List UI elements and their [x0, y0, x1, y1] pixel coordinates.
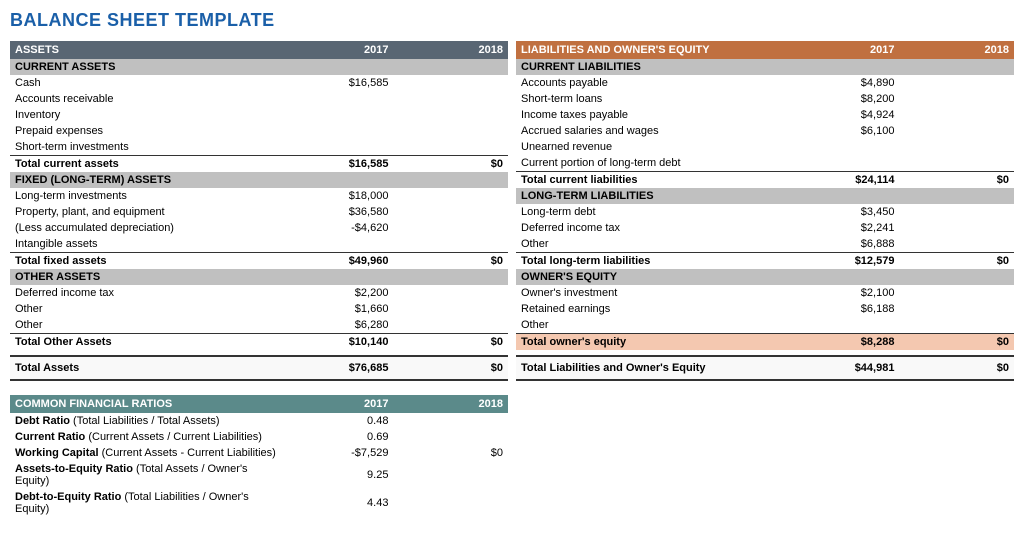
ratio-normal-1: (Current Assets / Current Liabilities) [85, 431, 262, 443]
ratios-section: COMMON FINANCIAL RATIOS 2017 2018 Debt R… [10, 395, 508, 517]
table-row: Unearned revenue [516, 139, 1014, 155]
ratio-bold-0: Debt Ratio [15, 415, 70, 427]
table-row: Long-term investments $18,000 [10, 188, 508, 204]
total-assets-row: Total Assets $76,685 $0 [10, 356, 508, 380]
ratios-header-row: COMMON FINANCIAL RATIOS 2017 2018 [10, 395, 508, 413]
assets-year1-header: 2017 [284, 41, 394, 59]
liabilities-panel: LIABILITIES AND OWNER'S EQUITY 2017 2018… [516, 41, 1014, 517]
table-row: Income taxes payable $4,924 [516, 107, 1014, 123]
table-row: Long-term debt $3,450 [516, 204, 1014, 220]
ratio-normal-0: (Total Liabilities / Total Assets) [70, 415, 220, 427]
table-row: Deferred income tax $2,200 [10, 285, 508, 301]
table-row: Accounts payable $4,890 [516, 75, 1014, 91]
table-row: Intangible assets [10, 236, 508, 253]
table-row: Assets-to-Equity Ratio (Total Assets / O… [10, 461, 508, 489]
table-row: Cash $16,585 [10, 75, 508, 91]
table-row: Retained earnings $6,188 [516, 301, 1014, 317]
other-assets-total: Total Other Assets $10,140 $0 [10, 334, 508, 351]
liabilities-table: LIABILITIES AND OWNER'S EQUITY 2017 2018… [516, 41, 1014, 381]
table-row: Accrued salaries and wages $6,100 [516, 123, 1014, 139]
table-row: Prepaid expenses [10, 123, 508, 139]
assets-table: ASSETS 2017 2018 CURRENT ASSETS Cash $16… [10, 41, 508, 381]
longterm-liabilities-total: Total long-term liabilities $12,579 $0 [516, 253, 1014, 270]
assets-header-label: ASSETS [10, 41, 284, 59]
table-row: Current Ratio (Current Assets / Current … [10, 429, 508, 445]
longterm-liabilities-header: LONG-TERM LIABILITIES [516, 188, 1014, 204]
table-row: Debt Ratio (Total Liabilities / Total As… [10, 413, 508, 429]
ratio-bold-4: Debt-to-Equity Ratio [15, 491, 121, 503]
ratios-table: COMMON FINANCIAL RATIOS 2017 2018 Debt R… [10, 395, 508, 517]
table-row: Current portion of long-term debt [516, 155, 1014, 172]
ratio-normal-2: (Current Assets - Current Liabilities) [99, 447, 276, 459]
current-assets-total: Total current assets $16,585 $0 [10, 156, 508, 173]
current-liabilities-total: Total current liabilities $24,114 $0 [516, 172, 1014, 189]
ratio-bold-3: Assets-to-Equity Ratio [15, 463, 133, 475]
liabilities-year1-header: 2017 [790, 41, 900, 59]
table-row: Other $6,888 [516, 236, 1014, 253]
owners-equity-total: Total owner's equity $8,288 $0 [516, 334, 1014, 351]
table-row: Accounts receivable [10, 91, 508, 107]
table-row: Other $1,660 [10, 301, 508, 317]
assets-year2-header: 2018 [393, 41, 508, 59]
page-title: BALANCE SHEET TEMPLATE [10, 10, 1014, 31]
table-row: Owner's investment $2,100 [516, 285, 1014, 301]
ratios-year2-header: 2018 [393, 395, 508, 413]
other-assets-header: OTHER ASSETS [10, 269, 508, 285]
table-row: Other $6,280 [10, 317, 508, 334]
liabilities-header-label: LIABILITIES AND OWNER'S EQUITY [516, 41, 790, 59]
ratios-year1-header: 2017 [284, 395, 394, 413]
table-row: Inventory [10, 107, 508, 123]
ratios-header-label: COMMON FINANCIAL RATIOS [10, 395, 284, 413]
table-row: Debt-to-Equity Ratio (Total Liabilities … [10, 489, 508, 517]
table-row: Working Capital (Current Assets - Curren… [10, 445, 508, 461]
owners-equity-header: OWNER'S EQUITY [516, 269, 1014, 285]
ratio-bold-1: Current Ratio [15, 431, 85, 443]
liabilities-header-row: LIABILITIES AND OWNER'S EQUITY 2017 2018 [516, 41, 1014, 59]
fixed-assets-total: Total fixed assets $49,960 $0 [10, 253, 508, 270]
fixed-assets-header: FIXED (LONG-TERM) ASSETS [10, 172, 508, 188]
table-row: Property, plant, and equipment $36,580 [10, 204, 508, 220]
current-liabilities-header: CURRENT LIABILITIES [516, 59, 1014, 75]
table-row: Other [516, 317, 1014, 334]
table-row: Short-term loans $8,200 [516, 91, 1014, 107]
table-row: Deferred income tax $2,241 [516, 220, 1014, 236]
assets-header-row: ASSETS 2017 2018 [10, 41, 508, 59]
table-row: Short-term investments [10, 139, 508, 156]
assets-panel: ASSETS 2017 2018 CURRENT ASSETS Cash $16… [10, 41, 508, 517]
ratio-bold-2: Working Capital [15, 447, 99, 459]
total-liabilities-row: Total Liabilities and Owner's Equity $44… [516, 356, 1014, 380]
liabilities-year2-header: 2018 [899, 41, 1014, 59]
current-assets-header: CURRENT ASSETS [10, 59, 508, 75]
table-row: (Less accumulated depreciation) -$4,620 [10, 220, 508, 236]
